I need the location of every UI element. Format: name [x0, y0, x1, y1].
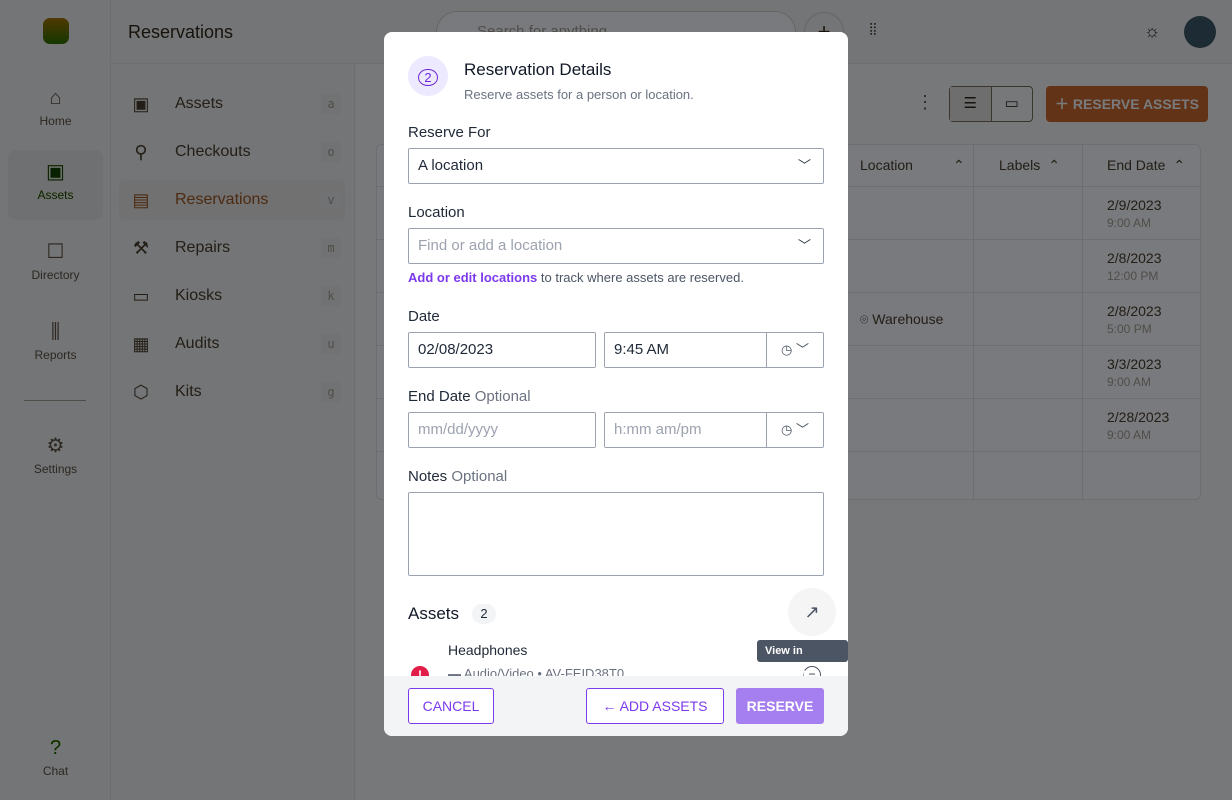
theme-sun-icon[interactable]: ☼ [1132, 12, 1172, 52]
grid-icon: ▦ [132, 333, 150, 354]
modal-footer: CANCEL ← ADD ASSETS RESERVE [384, 676, 848, 736]
end-date-label: End Date Optional [408, 388, 531, 405]
avatar[interactable] [1184, 16, 1216, 48]
sidebar-item-checkouts[interactable]: ⚲ Checkouts o [119, 132, 345, 172]
modal-subtitle: Reserve assets for a person or location. [464, 87, 694, 102]
rail-item-home[interactable]: ⌂ Home [8, 76, 103, 146]
arrow-up-right-icon: ↗ [804, 602, 820, 622]
rail-item-assets[interactable]: ▣ Assets [8, 150, 103, 220]
calendar-edit-icon: ▤ [132, 189, 150, 210]
calendar-view-icon[interactable]: ▭ [992, 87, 1033, 121]
chat-icon: ? [49, 737, 62, 759]
assets-icon: ▣ [132, 93, 150, 114]
wrench-icon: ⚒ [132, 237, 150, 258]
assets-icon: ▣ [46, 161, 65, 183]
date-label: Date [408, 308, 440, 325]
sidebar-item-reservations[interactable]: ▤ Reservations v [119, 180, 345, 220]
reserve-for-select[interactable]: A location ﹀ [408, 148, 824, 184]
sidebar-item-repairs[interactable]: ⚒ Repairs m [119, 228, 345, 268]
more-options-icon[interactable]: ⋮ [916, 92, 934, 113]
location-select[interactable]: Find or add a location ﹀ [408, 228, 824, 264]
sidebar-item-assets[interactable]: ▣ Assets a [119, 84, 345, 124]
sidebar-item-audits[interactable]: ▦ Audits u [119, 324, 345, 364]
rail-item-settings[interactable]: ⚙ Settings [8, 424, 103, 494]
chevron-down-icon: ﹀ [797, 238, 811, 253]
view-in-calendar-button[interactable]: ↗ [788, 588, 836, 636]
column-header-labels[interactable]: Labels ⌃ [973, 145, 1083, 186]
column-header-location[interactable]: Location ⌃ [848, 145, 965, 186]
sidebar-item-kits[interactable]: ⬡ Kits g [119, 372, 345, 412]
gear-icon: ⚙ [46, 435, 65, 457]
location-label: Location [408, 204, 465, 221]
location-pin-icon: ⌾ [860, 311, 873, 327]
tooltip: View in calendar [757, 640, 848, 679]
time-input[interactable]: 9:45 AM ◷ ﹀ [604, 332, 824, 368]
sidebar-item-kiosks[interactable]: ▭ Kiosks k [119, 276, 345, 316]
home-icon: ⌂ [49, 87, 62, 109]
assets-count-badge: 2 [472, 604, 496, 624]
edit-locations-link[interactable]: Add or edit locations [408, 270, 537, 285]
section-sidebar: ▣ Assets a ⚲ Checkouts o ▤ Reservations v ⚒ Rep… [111, 64, 355, 800]
reserve-for-label: Reserve For [408, 124, 491, 141]
modal-title: Reservation Details [464, 60, 612, 79]
boxes-icon: ⬡ [133, 381, 149, 402]
rail-item-chat[interactable]: ? Chat [8, 726, 103, 796]
arrow-left-icon: ← [602, 698, 620, 714]
date-input[interactable]: 02/08/2023 [408, 332, 596, 368]
sort-icon: ⌃ [1173, 157, 1186, 173]
rail-divider [24, 400, 86, 401]
location-help: Add or edit locations to track where ass… [408, 270, 744, 285]
app-logo[interactable] [43, 18, 69, 44]
plus-icon: ＋ [1055, 96, 1073, 112]
nav-rail: ⌂ Home ▣ Assets ☐ Directory ⫼ Reports ⚙ Setti… [0, 0, 111, 800]
monitor-icon: ▭ [132, 285, 150, 306]
assets-heading: Assets [408, 604, 460, 623]
directory-icon: ☐ [46, 241, 65, 263]
cancel-button[interactable]: CANCEL [408, 688, 494, 724]
scanner-icon: ⚲ [134, 141, 148, 162]
notes-label: Notes Optional [408, 468, 508, 485]
clock-dropdown-icon[interactable]: ◷ ﹀ [766, 413, 823, 447]
chevron-down-icon: ﹀ [797, 158, 811, 173]
reports-icon: ⫼ [50, 321, 61, 343]
notes-textarea[interactable] [408, 492, 824, 576]
add-assets-button[interactable]: ← ADD ASSETS [586, 688, 724, 724]
reservation-details-modal: 2 Reservation Details Reserve assets for… [384, 32, 848, 736]
column-header-end-date[interactable]: End Date ⌃ [1082, 145, 1202, 186]
rail-item-directory[interactable]: ☐ Directory [8, 230, 103, 300]
barcode-scan-icon[interactable]: ⦙⦙ [853, 12, 893, 52]
step-indicator: 2 [408, 56, 448, 96]
asset-name: Headphones [448, 642, 528, 658]
end-time-input[interactable]: h:mm am/pm ◷ ﹀ [604, 412, 824, 448]
end-date-input[interactable]: mm/dd/yyyy [408, 412, 596, 448]
reserve-button[interactable]: RESERVE [736, 688, 824, 724]
rail-item-reports[interactable]: ⫼ Reports [8, 310, 103, 380]
reserve-assets-button[interactable]: ＋ RESERVE ASSETS [1046, 86, 1208, 122]
list-view-icon[interactable]: ☰ [950, 87, 992, 121]
page-title: Reservations [128, 22, 234, 42]
sort-icon: ⌃ [952, 157, 965, 173]
clock-dropdown-icon[interactable]: ◷ ﹀ [766, 333, 823, 367]
view-toggle: ☰ ▭ [949, 86, 1033, 122]
sort-icon: ⌃ [1048, 157, 1060, 173]
